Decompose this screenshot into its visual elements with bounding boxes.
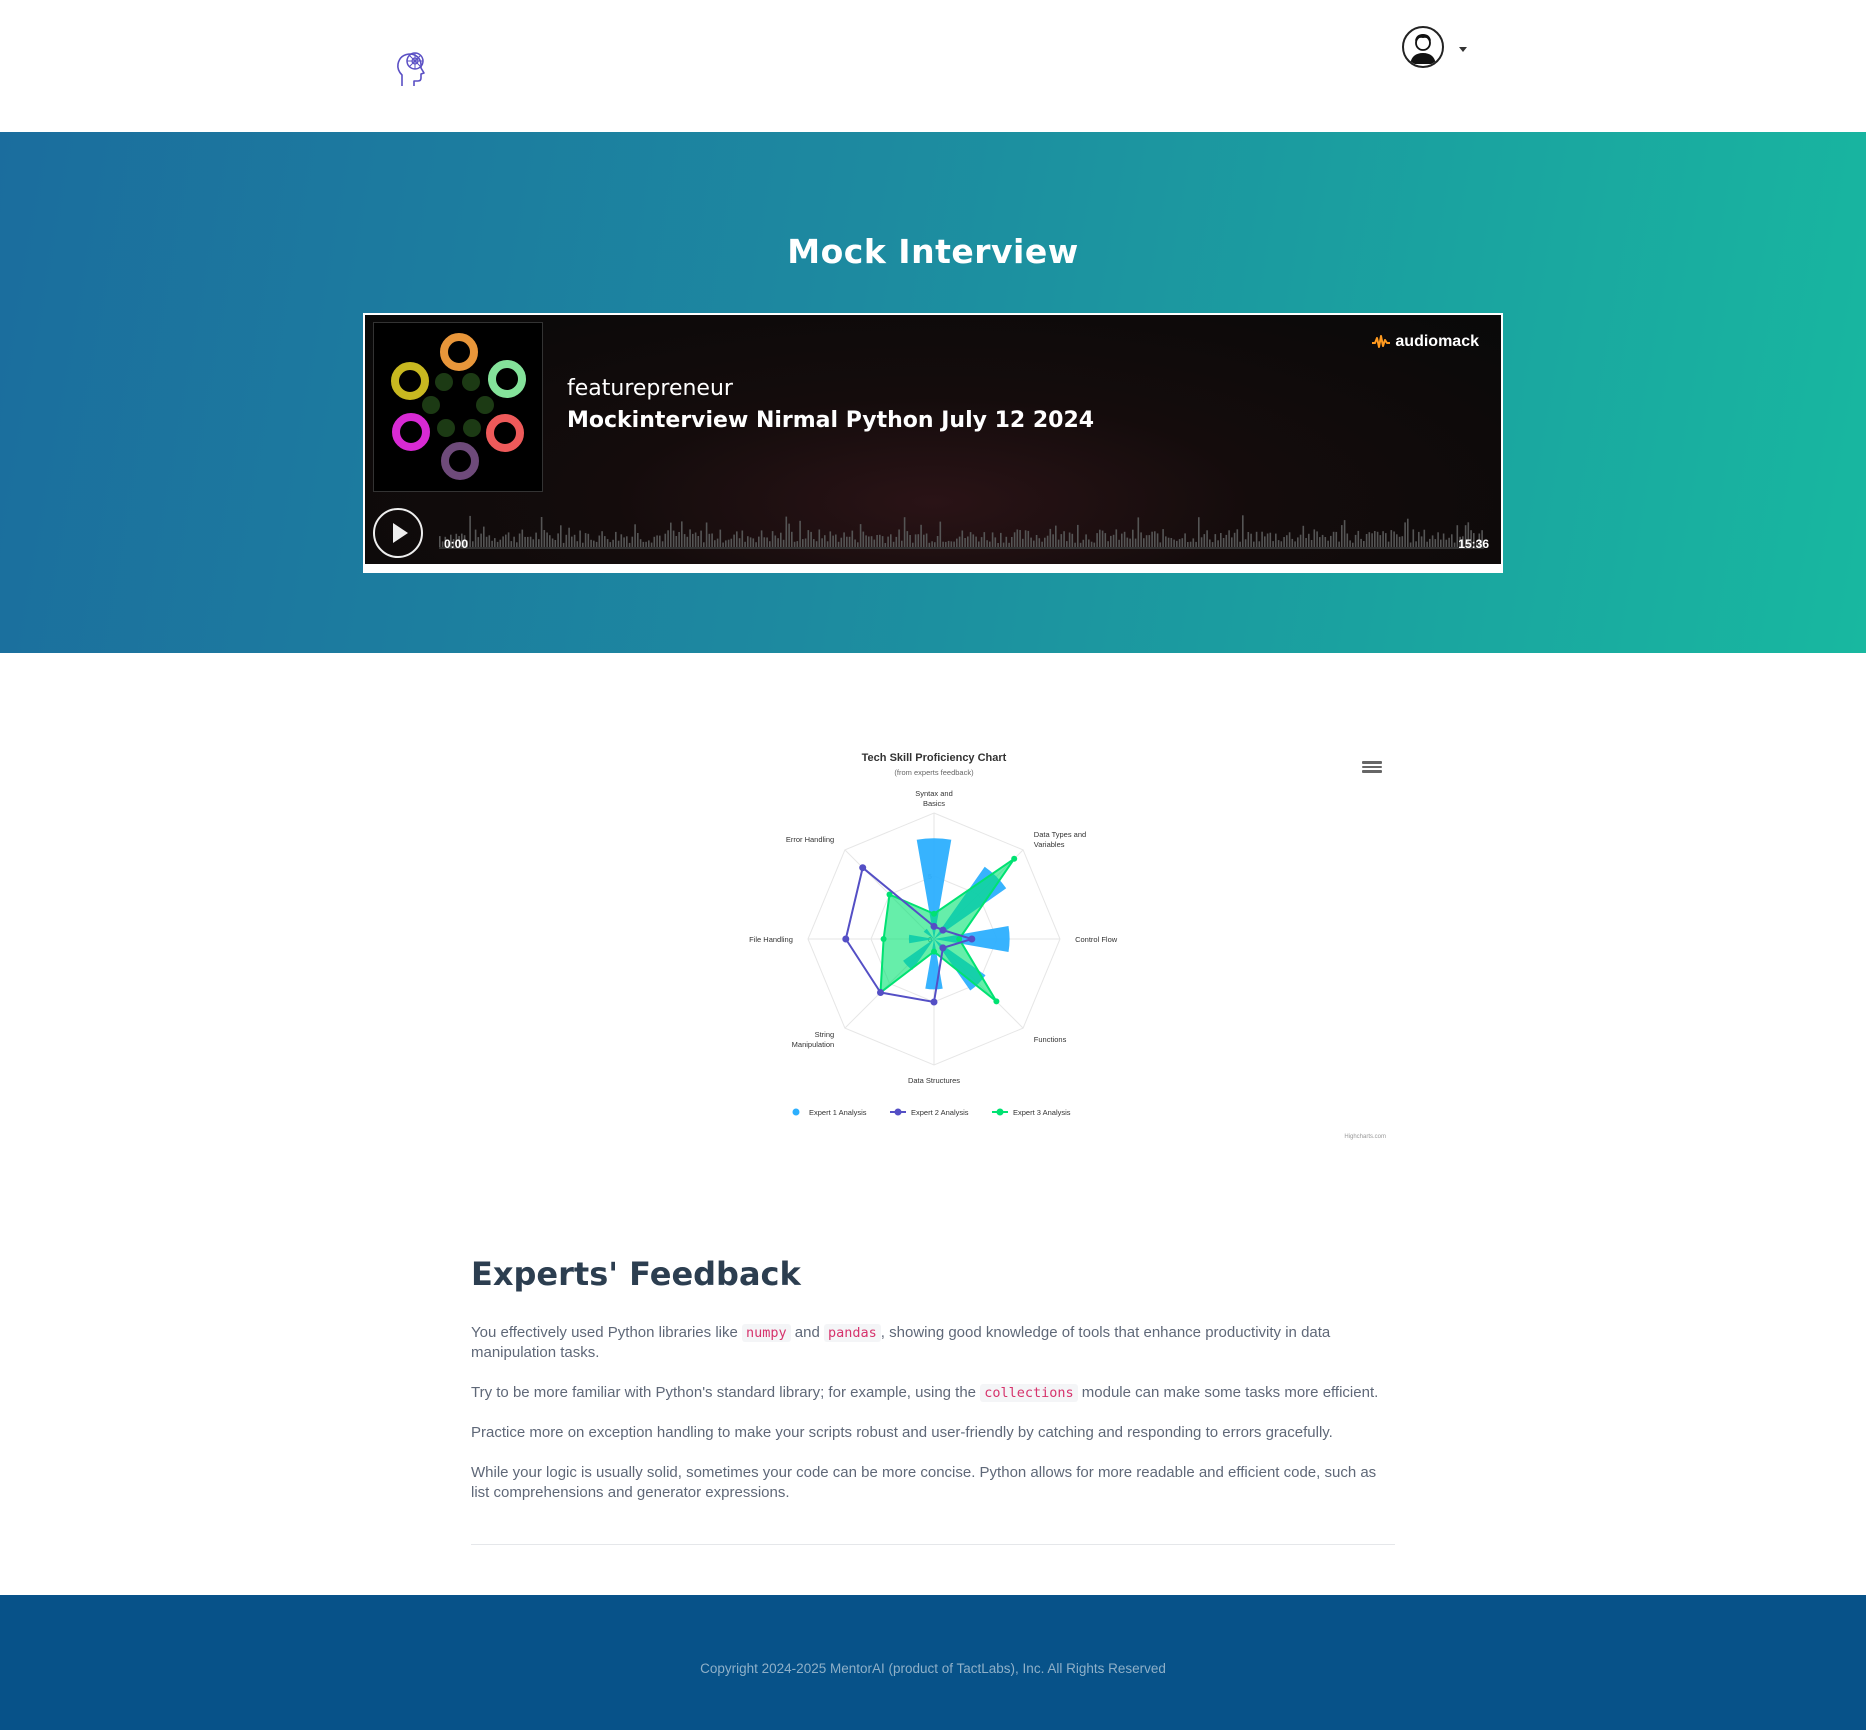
category-label: Data Structures bbox=[908, 1076, 960, 1085]
audiomack-logo[interactable]: audiomack bbox=[1371, 333, 1479, 351]
album-cover bbox=[373, 322, 543, 492]
expert2-point[interactable] bbox=[939, 926, 947, 934]
code-pandas: pandas bbox=[824, 1324, 881, 1342]
feedback-section: Experts' Feedback You effectively used P… bbox=[471, 1255, 1395, 1523]
expert2-point[interactable] bbox=[968, 935, 976, 943]
chart-title: Tech Skill Proficiency Chart bbox=[862, 752, 1007, 764]
navbar bbox=[0, 0, 1866, 132]
track-title[interactable]: Mockinterview Nirmal Python July 12 2024 bbox=[567, 408, 1094, 433]
user-avatar-icon[interactable] bbox=[1402, 26, 1444, 68]
category-label: Manipulation bbox=[792, 1040, 835, 1049]
user-menu[interactable] bbox=[1402, 26, 1472, 70]
play-icon bbox=[393, 523, 408, 543]
feedback-paragraph-2: Try to be more familiar with Python's st… bbox=[471, 1384, 1379, 1402]
legend-item[interactable]: Expert 1 Analysis bbox=[792, 1108, 867, 1117]
play-button[interactable] bbox=[373, 508, 423, 558]
category-label: Syntax and bbox=[915, 789, 953, 798]
radar-chart: Tech Skill Proficiency Chart (from exper… bbox=[749, 752, 1386, 1140]
feedback-paragraph-4: While your logic is usually solid, somet… bbox=[471, 1464, 1377, 1501]
code-collections: collections bbox=[980, 1384, 1078, 1402]
page-title: Mock Interview bbox=[787, 232, 1079, 271]
expert2-point[interactable] bbox=[930, 998, 938, 1006]
expert3-point[interactable] bbox=[1011, 855, 1018, 862]
copyright-text: Copyright 2024-2025 MentorAI (product of… bbox=[700, 1661, 1166, 1676]
category-label: File Handling bbox=[749, 935, 793, 944]
feedback-paragraph-3: Practice more on exception handling to m… bbox=[471, 1424, 1333, 1441]
hamburger-menu-icon[interactable] bbox=[1362, 759, 1382, 775]
category-label: Control Flow bbox=[1075, 935, 1118, 944]
legend-label[interactable]: Expert 1 Analysis bbox=[809, 1108, 867, 1117]
category-label: Functions bbox=[1034, 1035, 1067, 1044]
brain-head-icon[interactable] bbox=[392, 48, 432, 90]
legend-label[interactable]: Expert 3 Analysis bbox=[1013, 1108, 1071, 1117]
feedback-title: Experts' Feedback bbox=[471, 1255, 801, 1293]
expert2-point[interactable] bbox=[930, 922, 938, 930]
audiomack-icon bbox=[1372, 335, 1391, 348]
chart-subtitle: (from experts feedback) bbox=[894, 768, 974, 777]
expert3-point[interactable] bbox=[993, 998, 1000, 1005]
expert2-point[interactable] bbox=[859, 864, 867, 872]
expert3-point[interactable] bbox=[931, 948, 937, 955]
category-label: Error Handling bbox=[786, 835, 834, 844]
time-total: 15:36 bbox=[1458, 537, 1489, 551]
category-label: String bbox=[815, 1030, 835, 1039]
chart-credit[interactable]: Highcharts.com bbox=[1344, 1134, 1386, 1140]
expert3-point[interactable] bbox=[931, 910, 937, 917]
legend-item[interactable]: Expert 2 Analysis bbox=[890, 1108, 969, 1117]
audio-player[interactable]: audiomack featurepreneur Mockinterview N… bbox=[363, 313, 1503, 573]
artist-name[interactable]: featurepreneur bbox=[567, 376, 733, 401]
time-current: 0:00 bbox=[444, 537, 469, 551]
audio-player-body: audiomack featurepreneur Mockinterview N… bbox=[365, 315, 1501, 564]
code-numpy: numpy bbox=[742, 1324, 791, 1342]
feedback-paragraph-1: You effectively used Python libraries li… bbox=[471, 1324, 1331, 1361]
chart-container: Tech Skill Proficiency Chart (from exper… bbox=[0, 653, 1866, 1253]
waveform-scrubber[interactable] bbox=[439, 511, 1484, 549]
legend-item[interactable]: Expert 3 Analysis bbox=[992, 1108, 1071, 1117]
category-label: Data Types and bbox=[1034, 830, 1086, 839]
chevron-down-icon[interactable] bbox=[1459, 47, 1467, 52]
category-label: Variables bbox=[1034, 840, 1065, 849]
audiomack-brand: audiomack bbox=[1395, 333, 1479, 350]
expert2-point[interactable] bbox=[939, 944, 947, 952]
divider bbox=[471, 1544, 1395, 1545]
footer: Copyright 2024-2025 MentorAI (product of… bbox=[0, 1595, 1866, 1730]
expert2-point[interactable] bbox=[842, 935, 850, 943]
category-label: Basics bbox=[923, 799, 945, 808]
expert3-point[interactable] bbox=[956, 936, 963, 942]
expert2-point[interactable] bbox=[877, 989, 884, 996]
expert3-point[interactable] bbox=[880, 936, 887, 942]
legend-label[interactable]: Expert 2 Analysis bbox=[911, 1108, 969, 1117]
hero-section: Mock Interview audiomack featurepreneur … bbox=[0, 132, 1866, 653]
